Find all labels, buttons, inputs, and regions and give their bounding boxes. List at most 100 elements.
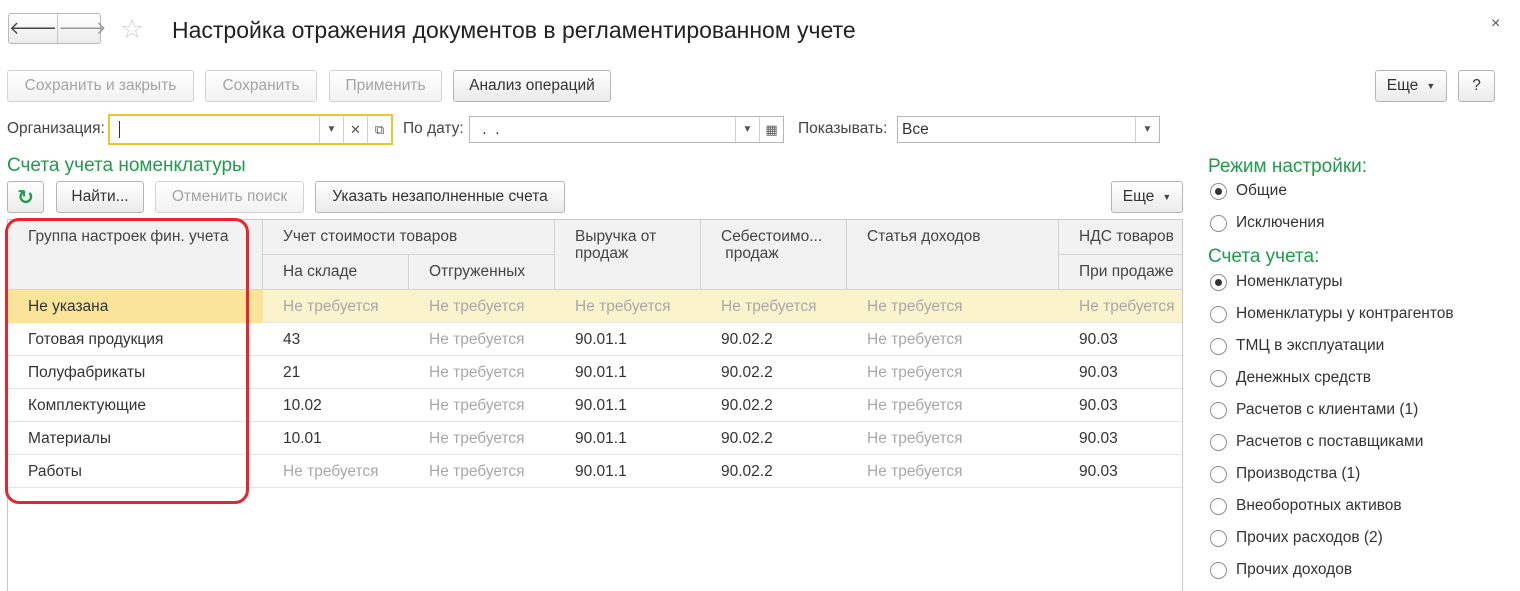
column-header-vat[interactable]: НДС товаров — [1059, 220, 1182, 255]
page-title: Настройка отражения документов в регламе… — [172, 17, 856, 43]
cell-vat: 90.03 — [1079, 331, 1118, 348]
account-radio-suppliers[interactable]: Расчетов с поставщиками — [1210, 433, 1423, 451]
cell-income: Не требуется — [867, 463, 963, 480]
radio-circle — [1210, 433, 1227, 451]
save-button[interactable]: Сохранить — [205, 70, 317, 102]
column-header-costprice[interactable]: Себестоимо... продаж — [701, 220, 847, 290]
cancel-search-button[interactable]: Отменить поиск — [155, 181, 304, 213]
find-button[interactable]: Найти... — [56, 181, 144, 213]
cell-revenue: 90.01.1 — [575, 364, 627, 381]
show-unfilled-accounts-button[interactable]: Указать незаполненные счета — [315, 181, 565, 213]
open-icon[interactable]: ⧉ — [367, 116, 391, 143]
account-radio-clients[interactable]: Расчетов с клиентами (1) — [1210, 401, 1418, 419]
accounts-title: Счета учета: — [1208, 246, 1320, 267]
mode-title: Режим настройки: — [1208, 156, 1368, 177]
column-header-vat-sale[interactable]: При продаже — [1059, 255, 1182, 290]
radio-label: Общие — [1236, 182, 1287, 199]
cell-vat: 90.03 — [1079, 430, 1118, 447]
organization-input[interactable] — [110, 116, 319, 143]
cell-costprice: 90.02.2 — [721, 397, 773, 414]
chevron-down-icon[interactable]: ▼ — [1135, 117, 1159, 142]
refresh-icon: ↻ — [17, 186, 34, 209]
radio-circle — [1210, 273, 1227, 291]
cell-revenue: 90.01.1 — [575, 463, 627, 480]
cell-income: Не требуется — [867, 430, 963, 447]
radio-circle — [1210, 561, 1227, 579]
date-label: По дату: — [403, 120, 464, 137]
radio-label: Расчетов с поставщиками — [1236, 433, 1424, 450]
date-field[interactable]: . . ▼ ▦ — [469, 116, 784, 143]
organization-field[interactable]: ▼ ✕ ⧉ — [108, 114, 393, 145]
radio-circle — [1210, 401, 1227, 419]
radio-circle — [1210, 465, 1227, 483]
cell-shipped: Не требуется — [429, 364, 525, 381]
back-arrow-icon[interactable]: 🡐 — [9, 14, 57, 43]
section-more-button[interactable]: Еще ▼ — [1111, 181, 1183, 213]
chevron-down-icon[interactable]: ▼ — [319, 116, 343, 143]
column-header-warehouse[interactable]: На складе — [263, 255, 409, 290]
account-radio-noncurrent-assets[interactable]: Внеоборотных активов — [1210, 497, 1402, 515]
more-menu-label: Еще — [1386, 77, 1419, 94]
chevron-down-icon[interactable]: ▼ — [735, 117, 759, 142]
mode-radio-exceptions[interactable]: Исключения — [1210, 214, 1324, 232]
text-caret — [119, 121, 120, 138]
radio-circle — [1210, 529, 1227, 547]
radio-circle — [1210, 497, 1227, 515]
cell-warehouse: 43 — [283, 331, 301, 348]
cell-warehouse: 21 — [283, 364, 301, 381]
help-button[interactable]: ? — [1458, 70, 1495, 102]
operations-analysis-button[interactable]: Анализ операций — [453, 70, 611, 102]
radio-dot — [1215, 187, 1222, 195]
account-radio-other-income[interactable]: Прочих доходов — [1210, 561, 1352, 579]
radio-label: Прочих доходов — [1236, 561, 1353, 578]
more-menu-button[interactable]: Еще ▼ — [1375, 70, 1447, 102]
cell-shipped: Не требуется — [429, 430, 525, 447]
cell-vat: 90.03 — [1079, 364, 1118, 381]
chevron-down-icon: ▼ — [1426, 81, 1436, 91]
apply-button[interactable]: Применить — [329, 70, 442, 102]
radio-circle — [1210, 337, 1227, 355]
column-header-shipped[interactable]: Отгруженных — [409, 255, 555, 290]
cell-warehouse: Не требуется — [283, 463, 379, 480]
cell-shipped: Не требуется — [429, 298, 525, 315]
date-input[interactable]: . . — [470, 117, 735, 142]
refresh-button[interactable]: ↻ — [7, 181, 44, 213]
save-and-close-button[interactable]: Сохранить и закрыть — [7, 70, 194, 102]
radio-circle — [1210, 214, 1227, 232]
favorite-star-icon[interactable]: ☆ — [120, 14, 144, 44]
chevron-down-icon: ▼ — [1162, 192, 1172, 202]
radio-circle — [1210, 305, 1227, 323]
cell-vat: Не требуется — [1079, 298, 1175, 315]
account-radio-production[interactable]: Производства (1) — [1210, 465, 1360, 483]
cell-revenue: Не требуется — [575, 298, 671, 315]
radio-label: Номенклатуры у контрагентов — [1236, 305, 1454, 322]
radio-circle — [1210, 369, 1227, 387]
close-icon[interactable]: × — [1491, 15, 1500, 33]
clear-icon[interactable]: ✕ — [343, 116, 367, 143]
cell-warehouse: 10.02 — [283, 397, 322, 414]
account-radio-tmc[interactable]: ТМЦ в эксплуатации — [1210, 337, 1384, 355]
account-radio-nomenclature[interactable]: Номенклатуры — [1210, 273, 1343, 291]
forward-arrow-icon[interactable]: 🡒 — [57, 14, 107, 43]
radio-label: Производства (1) — [1236, 465, 1361, 482]
account-radio-other-expenses[interactable]: Прочих расходов (2) — [1210, 529, 1383, 547]
radio-dot — [1215, 278, 1222, 286]
cell-costprice: 90.02.2 — [721, 331, 773, 348]
column-header-income-item[interactable]: Статья доходов — [847, 220, 1059, 290]
column-header-cost[interactable]: Учет стоимости товаров — [263, 220, 555, 255]
account-radio-nomenclature-contractors[interactable]: Номенклатуры у контрагентов — [1210, 305, 1454, 323]
radio-label: Прочих расходов (2) — [1236, 529, 1383, 546]
cell-costprice: Не требуется — [721, 298, 817, 315]
organization-label: Организация: — [7, 120, 105, 137]
calendar-icon[interactable]: ▦ — [759, 117, 783, 142]
radio-label: Денежных средств — [1236, 369, 1372, 386]
cell-revenue: 90.01.1 — [575, 397, 627, 414]
column-header-revenue[interactable]: Выручка от продаж — [555, 220, 701, 290]
mode-radio-general[interactable]: Общие — [1210, 182, 1287, 200]
section-more-label: Еще — [1122, 188, 1155, 205]
cell-income: Не требуется — [867, 298, 963, 315]
account-radio-cash[interactable]: Денежных средств — [1210, 369, 1371, 387]
show-select[interactable]: Все ▼ — [897, 116, 1160, 143]
cell-income: Не требуется — [867, 364, 963, 381]
show-label: Показывать: — [798, 120, 888, 137]
